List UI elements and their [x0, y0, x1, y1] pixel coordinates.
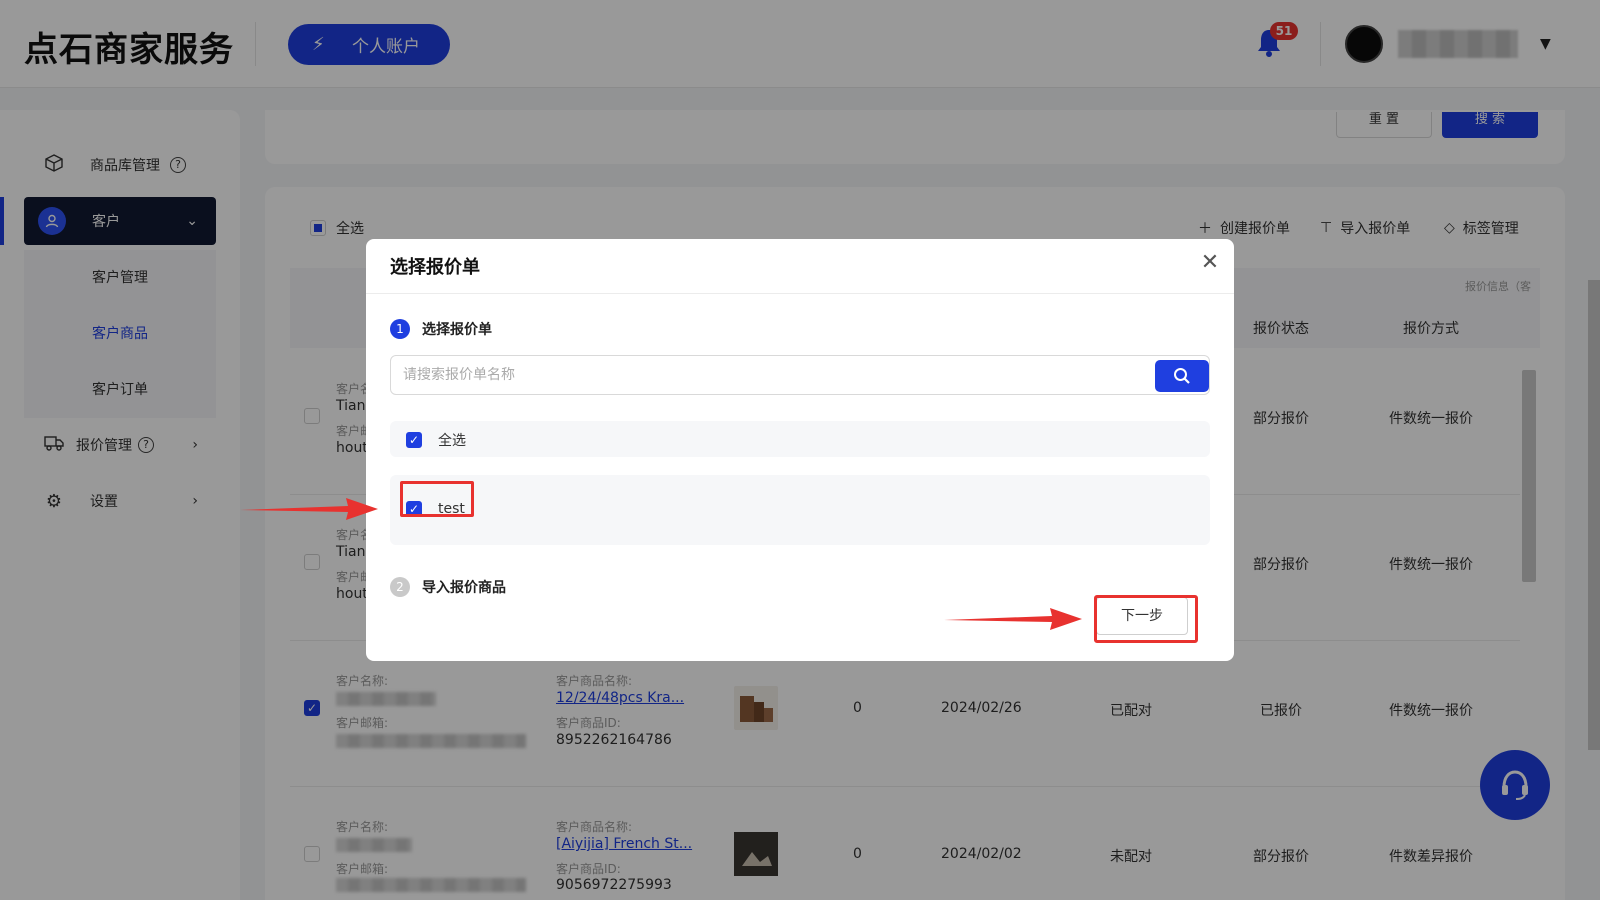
- step-label: 导入报价商品: [422, 580, 506, 596]
- annotation-highlight-box: [1094, 595, 1198, 643]
- step-import-products: 2 导入报价商品: [390, 577, 506, 597]
- step-label: 选择报价单: [422, 322, 492, 338]
- step-number: 2: [390, 577, 410, 597]
- dialog-select-all-checkbox[interactable]: ✓: [406, 432, 422, 448]
- quote-options-list: ✓ test: [390, 475, 1210, 545]
- dialog-select-all[interactable]: ✓ 全选: [406, 430, 466, 450]
- dialog-title: 选择报价单: [390, 257, 480, 278]
- annotation-arrow: [944, 608, 1082, 630]
- dialog-select-all-label: 全选: [438, 433, 466, 449]
- annotation-arrow: [240, 498, 378, 520]
- close-icon[interactable]: ✕: [1198, 251, 1222, 275]
- annotation-highlight-box: [400, 481, 474, 517]
- search-icon: [1174, 368, 1190, 384]
- quote-search-input[interactable]: [403, 364, 1123, 386]
- dialog-divider: [366, 293, 1234, 294]
- step-number: 1: [390, 319, 410, 339]
- quote-search-button[interactable]: [1155, 360, 1209, 392]
- quote-search-box: [390, 355, 1210, 395]
- step-select-quote: 1 选择报价单: [390, 319, 492, 339]
- select-all-option-row: ✓ 全选: [390, 421, 1210, 457]
